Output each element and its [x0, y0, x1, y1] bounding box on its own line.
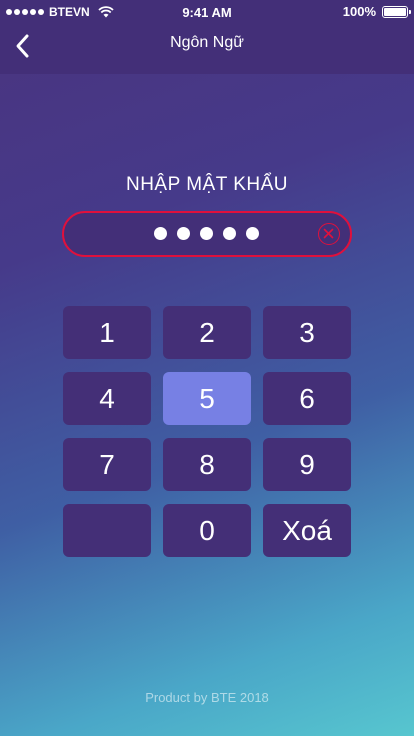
pin-dot — [154, 227, 167, 240]
page-title: Ngôn Ngữ — [170, 34, 244, 51]
footer-credit: Product by BTE 2018 — [145, 690, 269, 705]
key-5[interactable]: 5 — [163, 372, 251, 425]
pin-input-field[interactable] — [62, 211, 352, 257]
pin-dot — [223, 227, 236, 240]
pin-dots — [154, 227, 259, 240]
close-circle-icon[interactable] — [318, 223, 340, 245]
pin-prompt: NHẬP MẬT KHẨU — [125, 174, 289, 195]
header: BTEVN 9:41 AM 100% Ngôn Ngữ — [0, 0, 414, 74]
key-6[interactable]: 6 — [263, 372, 351, 425]
delete-key[interactable]: Xoá — [263, 504, 351, 557]
key-1[interactable]: 1 — [63, 306, 151, 359]
key-9[interactable]: 9 — [263, 438, 351, 491]
pin-dot — [177, 227, 190, 240]
battery-percent: 100% — [342, 4, 376, 19]
battery-icon — [382, 5, 411, 18]
key-blank — [63, 504, 151, 557]
key-0[interactable]: 0 — [163, 504, 251, 557]
key-2[interactable]: 2 — [163, 306, 251, 359]
nav-bar: Ngôn Ngữ — [0, 24, 414, 68]
pin-dot — [200, 227, 213, 240]
status-right: 100% — [342, 4, 411, 19]
key-3[interactable]: 3 — [263, 306, 351, 359]
pin-dot — [246, 227, 259, 240]
status-bar: BTEVN 9:41 AM 100% — [0, 0, 414, 24]
key-4[interactable]: 4 — [63, 372, 151, 425]
key-7[interactable]: 7 — [63, 438, 151, 491]
key-8[interactable]: 8 — [163, 438, 251, 491]
